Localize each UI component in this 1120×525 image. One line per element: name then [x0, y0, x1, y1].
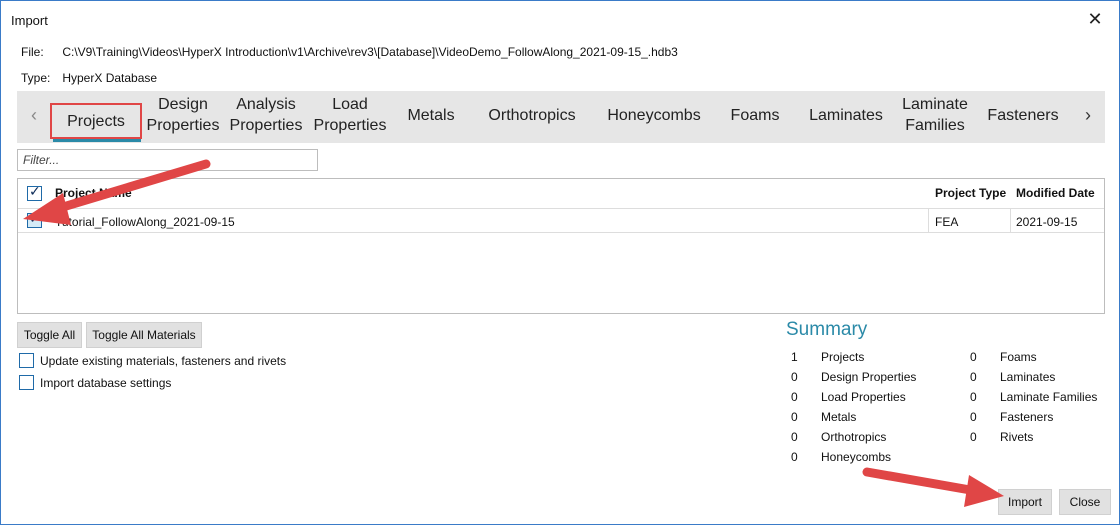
summary-count: 1 [791, 350, 798, 364]
column-divider [928, 209, 929, 232]
import-settings-option[interactable]: Import database settings [19, 375, 172, 391]
import-dialog: Import ✕ File: C:\V9\Training\Videos\Hyp… [0, 0, 1120, 525]
toggle-all-button[interactable]: Toggle All [17, 322, 82, 348]
summary-label: Orthotropics [821, 430, 887, 444]
chevron-left-icon[interactable]: ‹ [25, 105, 43, 126]
type-row: Type: HyperX Database [21, 71, 157, 85]
update-existing-checkbox[interactable] [19, 353, 34, 369]
summary-count: 0 [970, 370, 977, 384]
tab-fasteners[interactable]: Fasteners [983, 93, 1063, 137]
tab-laminate-families[interactable]: Laminate Families [897, 93, 973, 137]
project-name-cell: Tutorial_FollowAlong_2021-09-15 [55, 215, 235, 229]
tab-orthotropics[interactable]: Orthotropics [477, 93, 587, 137]
active-tab-indicator [53, 139, 141, 142]
tab-load-properties[interactable]: Load Properties [310, 93, 390, 137]
chevron-right-icon[interactable]: › [1079, 105, 1097, 126]
summary-label: Fasteners [1000, 410, 1054, 424]
tab-projects[interactable]: Projects [50, 103, 142, 139]
import-button[interactable]: Import [998, 489, 1052, 515]
column-header-date[interactable]: Modified Date [1016, 186, 1095, 200]
file-path: C:\V9\Training\Videos\HyperX Introductio… [62, 45, 678, 59]
close-button[interactable]: Close [1059, 489, 1111, 515]
summary-count: 0 [791, 430, 798, 444]
table-row[interactable]: Tutorial_FollowAlong_2021-09-15 FEA 2021… [18, 208, 1104, 233]
import-settings-label: Import database settings [40, 375, 172, 390]
arrow-to-import [862, 467, 1004, 507]
column-header-name[interactable]: Project Name [55, 186, 132, 200]
summary-label: Laminates [1000, 370, 1056, 384]
summary-count: 0 [791, 370, 798, 384]
dialog-title: Import [11, 13, 48, 28]
projects-grid: Project Name Project Type Modified Date … [17, 178, 1105, 314]
summary-label: Projects [821, 350, 865, 364]
summary-count: 0 [791, 390, 798, 404]
summary-label: Rivets [1000, 430, 1034, 444]
grid-header: Project Name Project Type Modified Date [18, 179, 1104, 207]
summary-label: Load Properties [821, 390, 906, 404]
summary-count: 0 [791, 450, 798, 464]
summary-label: Design Properties [821, 370, 917, 384]
tab-foams[interactable]: Foams [723, 93, 787, 137]
column-header-type[interactable]: Project Type [935, 186, 1006, 200]
tab-laminates[interactable]: Laminates [803, 93, 889, 137]
tab-metals[interactable]: Metals [397, 93, 465, 137]
tab-design-properties[interactable]: Design Properties [142, 93, 224, 137]
type-label: Type: [21, 71, 51, 85]
row-checkbox[interactable] [27, 211, 42, 228]
file-label: File: [21, 45, 44, 59]
summary-label: Honeycombs [821, 450, 892, 464]
tab-analysis-properties[interactable]: Analysis Properties [226, 93, 306, 137]
summary-label: Foams [1000, 350, 1037, 364]
tab-honeycombs[interactable]: Honeycombs [599, 93, 709, 137]
update-existing-option[interactable]: Update existing materials, fasteners and… [19, 353, 287, 369]
project-type-cell: FEA [935, 215, 959, 229]
summary-title: Summary [786, 319, 868, 340]
modified-date-cell: 2021-09-15 [1016, 215, 1078, 229]
update-existing-label: Update existing materials, fasteners and… [40, 353, 287, 368]
summary-count: 0 [970, 430, 977, 444]
summary-count: 0 [970, 350, 977, 364]
summary-label: Metals [821, 410, 857, 424]
category-tabbar: ‹ Projects Design Properties Analysis Pr… [17, 91, 1105, 143]
close-icon[interactable]: ✕ [1085, 9, 1105, 29]
type-value: HyperX Database [62, 71, 158, 85]
summary-count: 0 [970, 410, 977, 424]
summary-count: 0 [791, 410, 798, 424]
summary-count: 0 [970, 390, 977, 404]
filter-input[interactable]: Filter... [17, 149, 318, 171]
column-divider [1010, 209, 1011, 232]
select-all-checkbox[interactable] [27, 184, 42, 201]
file-row: File: C:\V9\Training\Videos\HyperX Intro… [21, 45, 678, 59]
summary-label: Laminate Families [1000, 390, 1098, 404]
import-settings-checkbox[interactable] [19, 375, 34, 391]
toggle-all-materials-button[interactable]: Toggle All Materials [86, 322, 202, 348]
